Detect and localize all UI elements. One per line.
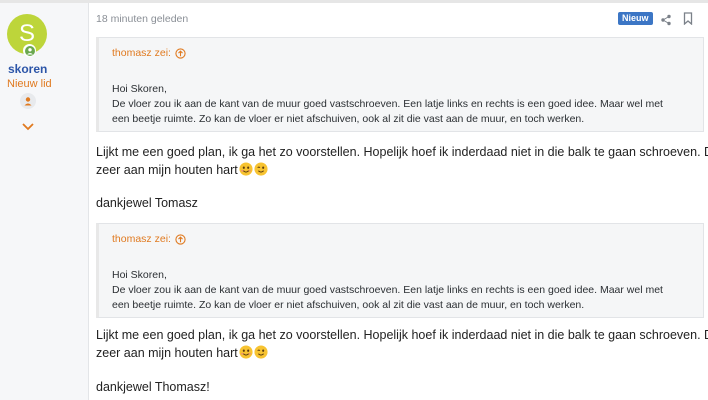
reply-line: Lijkt me een goed plan, ik ga het zo voo… <box>96 328 708 342</box>
quote-author[interactable]: thomasz zei: <box>112 47 186 59</box>
quote-arrow-icon[interactable] <box>175 233 186 245</box>
bookmark-icon[interactable] <box>682 12 694 26</box>
quote-text: Hoi Skoren, De vloer zou ik aan de kant … <box>112 268 702 313</box>
post-timestamp[interactable]: 18 minuten geleden <box>96 13 188 25</box>
thanks-text: dankjewel Thomasz! <box>96 380 210 394</box>
badge-icon[interactable] <box>20 93 36 109</box>
username-link[interactable]: skoren <box>8 62 47 76</box>
reply-line: zeer aan mijn houten hart <box>96 346 238 360</box>
reply-line: zeer aan mijn houten hart <box>96 163 238 177</box>
new-badge: Nieuw <box>618 12 653 25</box>
expand-chevron-icon[interactable] <box>20 120 36 132</box>
quote-block: thomasz zei: Hoi Skoren, De vloer zou ik… <box>96 37 704 132</box>
thanks-text: dankjewel Tomasz <box>96 196 198 210</box>
quote-greeting: Hoi Skoren, <box>112 83 167 95</box>
smile-emoji <box>239 345 253 359</box>
reply-line: Lijkt me een goed plan, ik ga het zo voo… <box>96 145 708 159</box>
post-content: 18 minuten geleden Nieuw thomasz zei: Ho… <box>96 3 708 400</box>
wink-emoji <box>254 345 268 359</box>
wink-emoji <box>254 162 268 176</box>
quote-author-label: thomasz zei: <box>112 233 171 245</box>
quote-block: thomasz zei: Hoi Skoren, De vloer zou ik… <box>96 223 704 318</box>
smile-emoji <box>239 162 253 176</box>
quote-line: De vloer zou ik aan de kant van de muur … <box>112 284 663 296</box>
quote-greeting: Hoi Skoren, <box>112 269 167 281</box>
quote-author[interactable]: thomasz zei: <box>112 233 186 245</box>
quote-arrow-icon[interactable] <box>175 47 186 59</box>
online-status-icon <box>23 44 36 57</box>
reply-line-emoji: zeer aan mijn houten hart <box>96 161 704 179</box>
user-sidebar: S skoren Nieuw lid <box>0 3 89 400</box>
quote-author-label: thomasz zei: <box>112 47 171 59</box>
share-icon[interactable] <box>660 13 672 26</box>
quote-line: De vloer zou ik aan de kant van de muur … <box>112 98 663 110</box>
reply-line-emoji: zeer aan mijn houten hart <box>96 344 704 362</box>
reply-text: Lijkt me een goed plan, ik ga het zo voo… <box>96 143 708 179</box>
quote-text: Hoi Skoren, De vloer zou ik aan de kant … <box>112 82 702 127</box>
reply-text: Lijkt me een goed plan, ik ga het zo voo… <box>96 326 708 362</box>
user-rank: Nieuw lid <box>7 78 52 90</box>
quote-line: een beetje ruimte. Zo kan de vloer er ni… <box>112 299 585 311</box>
quote-line: een beetje ruimte. Zo kan de vloer er ni… <box>112 113 585 125</box>
